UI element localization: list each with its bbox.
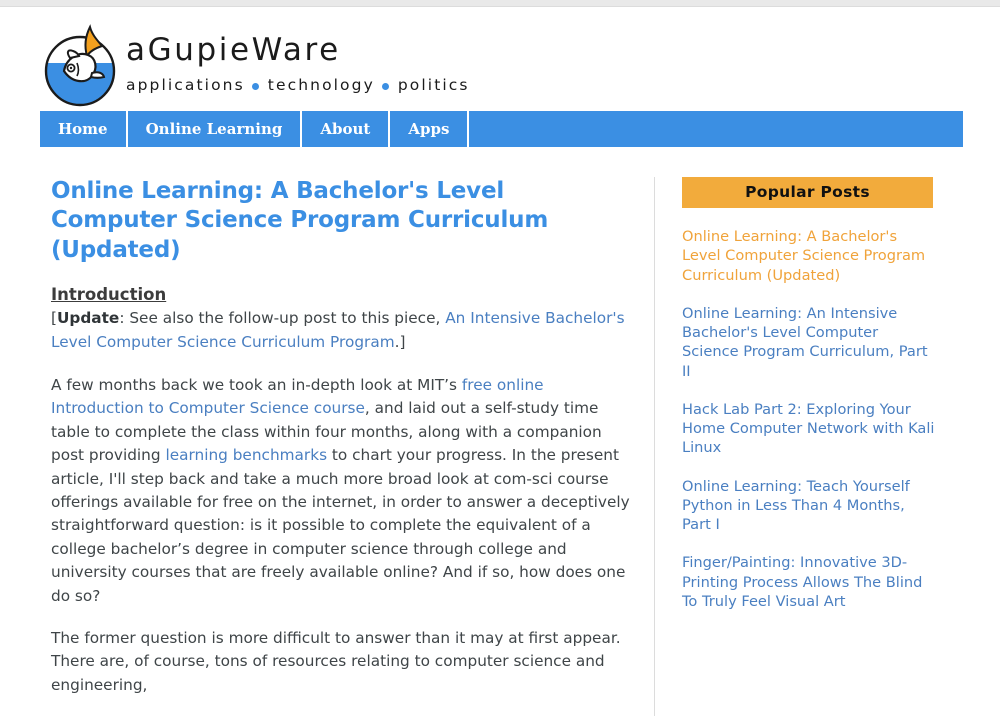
paragraph-two: The former question is more difficult to… <box>51 629 621 694</box>
update-note: [Update: See also the follow-up post to … <box>51 307 634 354</box>
bullet-dot-icon <box>381 83 389 91</box>
para1-part-a: A few months back we took an in-depth lo… <box>51 376 462 395</box>
update-text-lead: : See also the follow-up post to this pi… <box>119 309 446 328</box>
top-strip <box>0 0 1000 7</box>
brand-block[interactable]: aGupieWare applications technology polit… <box>126 35 470 94</box>
bullet-dot-icon <box>251 83 259 91</box>
link-learning-benchmarks[interactable]: learning benchmarks <box>165 446 327 464</box>
nav-item-online-learning[interactable]: Online Learning <box>127 111 303 147</box>
list-item[interactable]: Online Learning: A Bachelor's Level Comp… <box>682 227 938 285</box>
popular-posts-list: Online Learning: A Bachelor's Level Comp… <box>682 227 938 611</box>
list-item[interactable]: Hack Lab Part 2: Exploring Your Home Com… <box>682 400 938 458</box>
main-navigation: Home Online Learning About Apps <box>40 111 963 147</box>
nav-item-apps[interactable]: Apps <box>390 111 470 147</box>
nav-item-home[interactable]: Home <box>40 111 128 147</box>
nav-item-about[interactable]: About <box>302 111 391 147</box>
tagline-word-technology: technology <box>267 76 375 94</box>
para1-part-c: to chart your progress. In the present a… <box>51 446 630 605</box>
page-title: Online Learning: A Bachelor's Level Comp… <box>51 178 549 263</box>
introduction-block: Introduction [Update: See also the follo… <box>51 285 634 354</box>
brand-wordmark: aGupieWare <box>126 32 341 68</box>
section-heading-introduction: Introduction <box>51 285 167 305</box>
page-body: Online Learning: A Bachelor's Level Comp… <box>0 177 1000 716</box>
sidebar: Popular Posts Online Learning: A Bachelo… <box>655 177 945 716</box>
popular-posts-heading: Popular Posts <box>682 177 933 208</box>
paragraph-one: A few months back we took an in-depth lo… <box>51 374 634 608</box>
post-content: Online Learning: A Bachelor's Level Comp… <box>51 177 646 716</box>
site-header: aGupieWare applications technology polit… <box>0 7 1000 111</box>
list-item[interactable]: Online Learning: An Intensive Bachelor's… <box>682 304 938 381</box>
list-item[interactable]: Online Learning: Teach Yourself Python i… <box>682 477 938 535</box>
update-label: Update <box>56 309 120 328</box>
brand-tagline: applications technology politics <box>126 76 470 94</box>
tagline-word-politics: politics <box>397 76 470 94</box>
list-item[interactable]: Finger/Painting: Innovative 3D-Printing … <box>682 553 938 611</box>
tagline-word-applications: applications <box>126 76 245 94</box>
fish-in-bowl-logo-icon[interactable] <box>40 21 124 109</box>
update-text-tail: .] <box>394 332 406 351</box>
nav-empty-space <box>469 111 963 147</box>
